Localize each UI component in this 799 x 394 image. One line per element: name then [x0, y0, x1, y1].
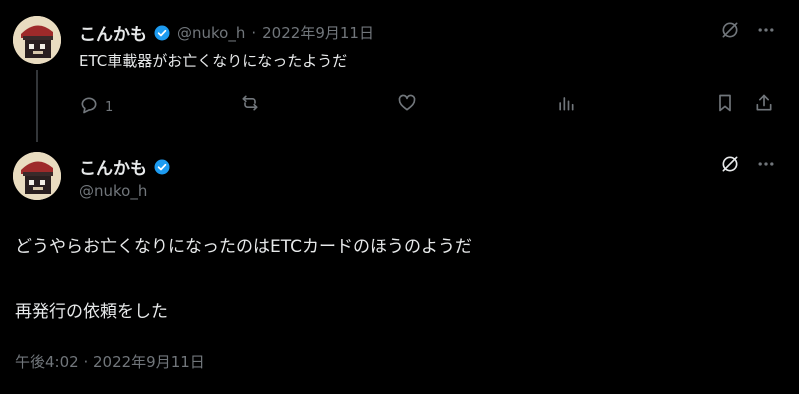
thread-connector — [36, 70, 38, 142]
bookmark-button[interactable] — [715, 93, 735, 117]
more-icon[interactable] — [756, 154, 776, 174]
avatar-tweet2[interactable] — [13, 152, 61, 200]
tweet2-header: こんかも — [79, 154, 171, 179]
tweet2-handle[interactable]: @nuko_h — [79, 182, 147, 200]
tweet1-separator: · — [251, 23, 257, 42]
views-icon — [556, 93, 576, 117]
tweet1-handle[interactable]: @nuko_h — [177, 24, 245, 42]
share-icon — [754, 93, 774, 117]
like-icon — [397, 93, 417, 117]
tweet1-display-name[interactable]: こんかも — [79, 20, 147, 45]
tweet2-text-line2: 再発行の依頼をした — [15, 302, 168, 322]
more-icon[interactable] — [756, 20, 776, 40]
avatar-tweet1[interactable] — [13, 16, 61, 64]
bookmark-icon — [715, 93, 735, 117]
retweet-button[interactable] — [240, 95, 260, 115]
verified-badge-icon — [153, 158, 171, 176]
reply-icon — [79, 95, 99, 119]
tweet2-text-line1: どうやらお亡くなりになったのはETCカードのほうのようだ — [15, 237, 472, 257]
tweet2-timestamp[interactable]: 午後4:02 · 2022年9月11日 — [15, 351, 205, 372]
verified-badge-icon — [153, 24, 171, 42]
tweet1-date[interactable]: 2022年9月11日 — [262, 22, 374, 43]
reply-count: 1 — [105, 99, 114, 115]
retweet-icon — [239, 93, 261, 117]
like-button[interactable] — [397, 93, 417, 117]
tweet1-header: こんかも @nuko_h · 2022年9月11日 — [79, 20, 374, 46]
share-button[interactable] — [754, 93, 774, 117]
reply-button[interactable]: 1 — [79, 95, 113, 119]
tweet1-text: ETC車載器がお亡くなりになったようだ — [79, 52, 348, 70]
grok-icon[interactable] — [720, 20, 740, 40]
views-button[interactable] — [556, 95, 576, 115]
grok-icon[interactable] — [720, 154, 740, 174]
tweet2-display-name[interactable]: こんかも — [79, 154, 147, 179]
